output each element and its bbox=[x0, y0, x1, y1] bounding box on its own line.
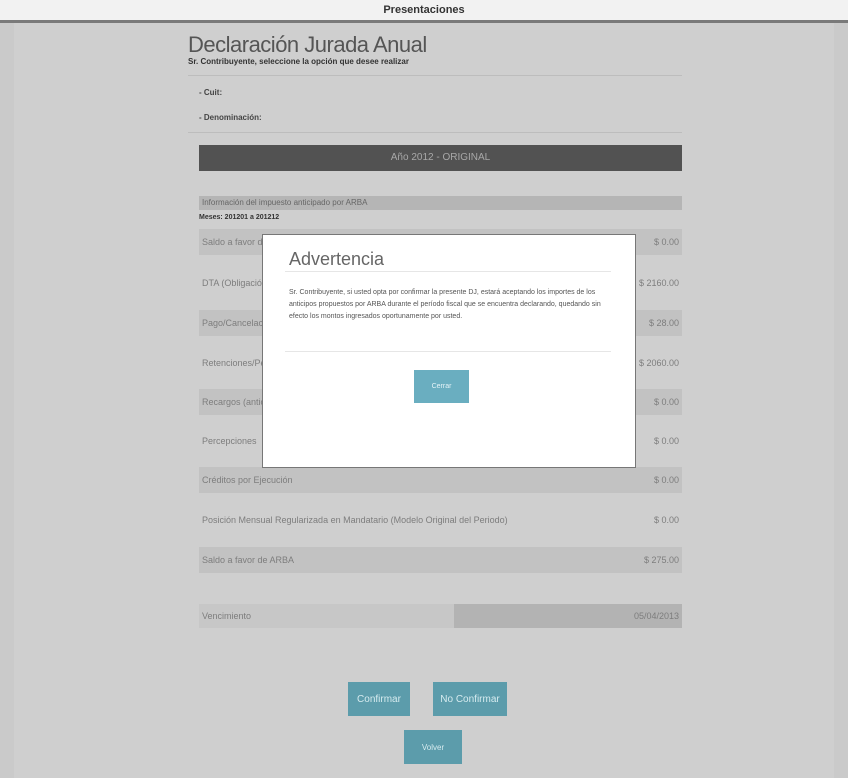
row-label: Saldo a favor de bbox=[202, 237, 268, 247]
modal-close-button[interactable]: Cerrar bbox=[414, 370, 469, 403]
divider bbox=[188, 132, 682, 133]
row-label: Posición Mensual Regularizada en Mandata… bbox=[202, 515, 508, 525]
modal-divider bbox=[285, 351, 611, 352]
page-title: Declaración Jurada Anual bbox=[188, 32, 427, 57]
row-value: $ 0.00 bbox=[653, 515, 679, 525]
row-value: $ 0.00 bbox=[653, 475, 679, 485]
divider bbox=[188, 75, 682, 76]
no-confirmar-button[interactable]: No Confirmar bbox=[433, 682, 507, 716]
vencimiento-label: Vencimiento bbox=[202, 611, 252, 621]
info-bar: Información del impuesto anticipado por … bbox=[199, 196, 682, 210]
row-value: $ 275.00 bbox=[643, 555, 679, 565]
row-value: $ 0.00 bbox=[653, 436, 679, 446]
row-value: $ 0.00 bbox=[653, 397, 679, 407]
volver-button[interactable]: Volver bbox=[404, 730, 462, 764]
modal-title: Advertencia bbox=[289, 249, 385, 269]
page-subtitle: Sr. Contribuyente, seleccione la opción … bbox=[188, 57, 409, 66]
row-label: Saldo a favor de ARBA bbox=[202, 555, 295, 565]
months-label: Meses: 201201 a 201212 bbox=[199, 214, 280, 221]
header-title: Presentaciones bbox=[383, 4, 465, 16]
row-label: Retenciones/Pe bbox=[202, 358, 266, 368]
denominacion-label: - Denominación: bbox=[199, 113, 262, 122]
warning-modal: Advertencia Sr. Contribuyente, si usted … bbox=[262, 234, 636, 468]
row-value: $ 28.00 bbox=[648, 318, 679, 328]
row-label: DTA (Obligación bbox=[202, 278, 267, 288]
row-label: Percepciones bbox=[202, 436, 257, 446]
vencimiento-row: Vencimiento 05/04/2013 bbox=[199, 604, 682, 628]
row-value: $ 2060.00 bbox=[638, 358, 679, 368]
table-row: Saldo a favor de ARBA $ 275.00 bbox=[199, 547, 682, 573]
row-label: Créditos por Ejecución bbox=[202, 475, 293, 485]
row-value: $ 0.00 bbox=[653, 237, 679, 247]
header-bar: Presentaciones bbox=[0, 0, 848, 23]
cuit-label: - Cuit: bbox=[199, 88, 223, 97]
vencimiento-value: 05/04/2013 bbox=[454, 604, 682, 628]
year-bar: Año 2012 - ORIGINAL bbox=[199, 145, 682, 171]
row-value: $ 2160.00 bbox=[638, 278, 679, 288]
table-row: Posición Mensual Regularizada en Mandata… bbox=[199, 507, 682, 533]
modal-divider bbox=[285, 271, 611, 272]
table-row: Créditos por Ejecución $ 0.00 bbox=[199, 467, 682, 493]
modal-body: Sr. Contribuyente, si usted opta por con… bbox=[289, 289, 601, 320]
confirmar-button[interactable]: Confirmar bbox=[348, 682, 410, 716]
